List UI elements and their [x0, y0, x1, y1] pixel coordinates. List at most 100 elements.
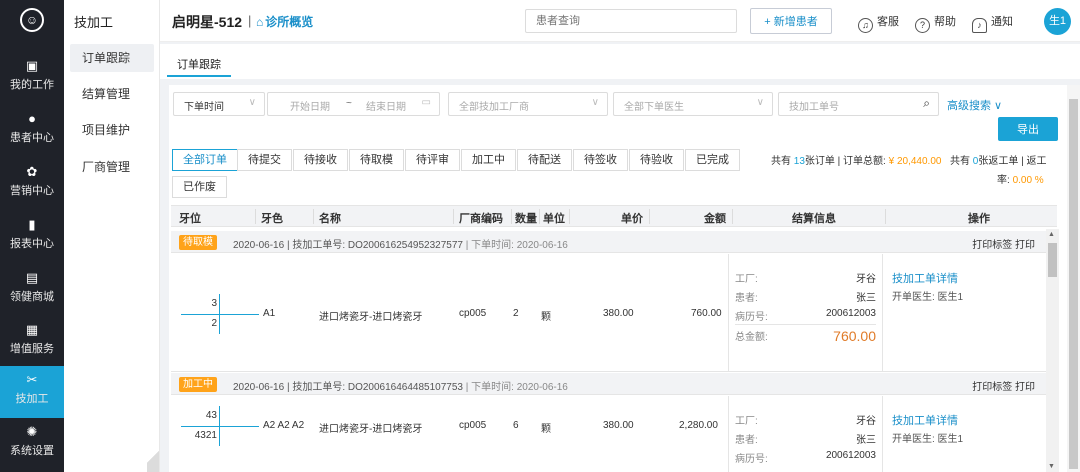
order-tracking-panel: 下单时间 ∨ 开始日期 ~ 结束日期 ▭ 全部技加工厂商 ∨ 全部下单医生 ∨ …	[169, 85, 1077, 472]
status-tab-pending-receive[interactable]: 待接收	[293, 149, 348, 171]
rail-item-my-work[interactable]: ▣ 我的工作	[0, 52, 64, 104]
subnav-item-project-maintenance[interactable]: 项目维护	[70, 116, 154, 144]
notifications-button[interactable]: ♪ 通知	[972, 13, 1013, 33]
page-scrollbar-thumb[interactable]	[1069, 99, 1078, 469]
print-actions[interactable]: 打印标签 打印	[972, 236, 1035, 251]
advanced-search-link[interactable]: 高级搜索 ∨	[947, 97, 1002, 113]
calendar-icon: ▭	[421, 97, 431, 108]
order-date: 2020-06-16	[233, 382, 285, 393]
status-tab-processing[interactable]: 加工中	[461, 149, 516, 171]
rail-item-lab-work[interactable]: ✂ 技加工	[0, 366, 64, 418]
status-tab-pending-review[interactable]: 待评审	[405, 149, 460, 171]
page-scrollbar[interactable]	[1067, 85, 1080, 472]
rail-item-mall[interactable]: ▤ 领健商城	[0, 264, 64, 316]
table-row: 43 4321 A2 A2 A2 进口烤瓷牙-进口烤瓷牙 cp005 6 颗 3…	[171, 396, 1047, 472]
column-header-vendor-code: 厂商编码	[459, 213, 503, 225]
rail-item-reports[interactable]: ▮ 报表中心	[0, 211, 64, 263]
status-tab-pending-submit[interactable]: 待提交	[237, 149, 292, 171]
factory-value: 牙谷	[856, 274, 876, 285]
sub-sidebar: 技加工 订单跟踪 结算管理 项目维护 厂商管理	[64, 0, 160, 472]
record-value: 200612003	[825, 308, 876, 319]
rework-rate: 率: 0.00 %	[997, 171, 1044, 186]
order-number-placeholder: 技加工单号	[789, 102, 839, 113]
unit-price: 380.00	[603, 420, 634, 431]
clinic-name[interactable]: 启明星-512	[172, 12, 242, 32]
rail-item-patients[interactable]: ● 患者中心	[0, 105, 64, 157]
add-patient-button[interactable]: + 新增患者	[750, 8, 832, 34]
subnav-item-settlement[interactable]: 结算管理	[70, 80, 154, 108]
subnav-item-order-tracking[interactable]: 订单跟踪	[70, 44, 154, 72]
column-header-shade: 牙色	[261, 213, 283, 225]
order-group-header: 待取模 2020-06-16 | 技加工单号: DO20061625495232…	[171, 231, 1047, 253]
print-actions[interactable]: 打印标签 打印	[972, 378, 1035, 393]
column-divider	[732, 209, 733, 224]
summary-text: 张订单 | 订单总额:	[804, 156, 889, 167]
status-tab-pending-impression[interactable]: 待取模	[349, 149, 404, 171]
main-sidebar: ☺ ▣ 我的工作 ● 患者中心 ✿ 营销中心 ▮ 报表中心 ▤ 领健商城 ▦ 增…	[0, 0, 64, 472]
ordering-doctor: 开单医生: 医生1	[892, 292, 964, 303]
rail-item-label: 患者中心	[10, 132, 54, 144]
line-amount: 760.00	[691, 308, 722, 319]
rail-item-label: 增值服务	[10, 343, 54, 355]
help-label: 帮助	[934, 16, 956, 28]
date-range-picker[interactable]: 开始日期 ~ 结束日期 ▭	[267, 92, 440, 116]
order-detail-link[interactable]: 技加工单详情	[892, 270, 958, 286]
column-divider	[539, 209, 540, 224]
clinic-overview-label: 诊所概览	[265, 15, 314, 29]
order-number-input[interactable]: 技加工单号 ⌕	[778, 92, 939, 116]
chevron-down-icon: ∨	[248, 97, 256, 108]
top-header: 启明星-512 | ⌂诊所概览 + 新增患者 ♫ 客服 ? 帮助 ♪ 通知 生1	[160, 0, 1080, 42]
settlement-divider	[735, 324, 876, 325]
customer-service-label: 客服	[877, 16, 899, 28]
order-number: | 技加工单号: DO200616464485107753	[286, 382, 463, 393]
scroll-up-icon[interactable]: ▲	[1048, 231, 1055, 238]
tooth-upper: 43	[205, 410, 217, 421]
doctor-select[interactable]: 全部下单医生 ∨	[613, 92, 773, 116]
clinic-overview-link[interactable]: ⌂ 诊所概览	[256, 13, 313, 30]
subnav-item-vendor-management[interactable]: 厂商管理	[70, 153, 154, 181]
order-summary: 共有 13张订单 | 订单总额: ¥ 20,440.00	[771, 152, 941, 167]
mall-icon: ▤	[25, 270, 39, 285]
status-tab-voided[interactable]: 已作废	[172, 176, 227, 198]
status-tab-completed[interactable]: 已完成	[685, 149, 740, 171]
tooth-chart-horizontal	[181, 314, 259, 315]
rail-item-settings[interactable]: ✺ 系统设置	[0, 418, 64, 470]
settlement-info: 工厂: 牙谷 患者: 张三 病历号: 200612003 总金额: 760.00	[728, 254, 883, 371]
resize-handle[interactable]	[147, 442, 159, 472]
order-detail-link[interactable]: 技加工单详情	[892, 412, 958, 428]
end-date-field: 结束日期	[366, 102, 406, 113]
tab-order-tracking[interactable]: 订单跟踪	[167, 54, 231, 77]
quantity: 2	[513, 308, 519, 319]
patient-icon: ●	[28, 111, 36, 126]
status-tab-pending-signoff[interactable]: 待签收	[573, 149, 628, 171]
order-meta: 2020-06-16 | 技加工单号: DO200616254952327577…	[233, 236, 568, 251]
status-tab-pending-delivery[interactable]: 待配送	[517, 149, 572, 171]
quantity: 6	[513, 420, 519, 431]
record-value: 200612003	[825, 450, 876, 461]
status-tab-pending-acceptance[interactable]: 待验收	[629, 149, 684, 171]
scroll-down-icon[interactable]: ▼	[1048, 463, 1055, 470]
subnav-title: 技加工	[74, 15, 114, 30]
vendor-select[interactable]: 全部技加工厂商 ∨	[448, 92, 608, 116]
time-type-select[interactable]: 下单时间 ∨	[173, 92, 265, 116]
patient-search-input[interactable]	[525, 9, 737, 33]
tools-icon: ✂	[26, 372, 38, 387]
factory-value: 牙谷	[856, 416, 876, 427]
table-scrollbar[interactable]: ▲ ▼	[1046, 229, 1059, 472]
customer-service-button[interactable]: ♫ 客服	[858, 13, 899, 33]
page-tab-strip: 订单跟踪	[160, 44, 1080, 79]
app-logo-icon[interactable]: ☺	[20, 8, 44, 32]
tooth-chart-vertical	[219, 294, 220, 334]
chart-icon: ▣	[25, 58, 39, 73]
status-tab-all[interactable]: 全部订单	[172, 149, 238, 171]
order-time: | 下单时间: 2020-06-16	[465, 382, 568, 393]
user-avatar[interactable]: 生1	[1044, 8, 1071, 35]
table-scrollbar-thumb[interactable]	[1048, 243, 1057, 277]
order-date: 2020-06-16	[233, 240, 285, 251]
rail-item-marketing[interactable]: ✿ 营销中心	[0, 158, 64, 210]
export-button[interactable]: 导出	[998, 117, 1058, 141]
help-button[interactable]: ? 帮助	[915, 13, 956, 33]
marketing-icon: ✿	[26, 164, 38, 179]
rail-item-value-added[interactable]: ▦ 增值服务	[0, 316, 64, 368]
shade-value: A2 A2 A2	[263, 420, 305, 431]
